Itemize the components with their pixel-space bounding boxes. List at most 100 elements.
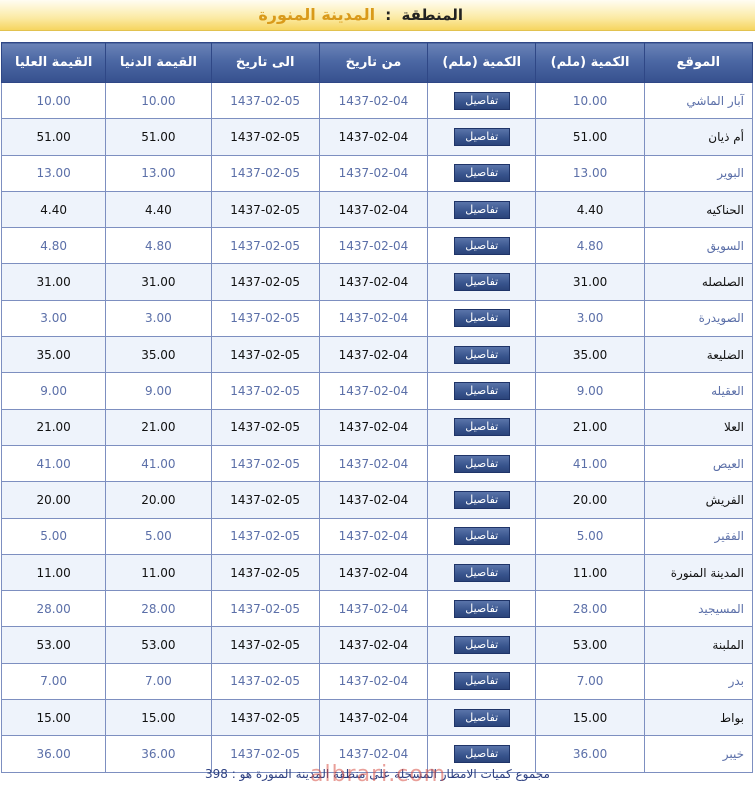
cell-min-value: 9.00 bbox=[105, 372, 212, 410]
details-button[interactable]: تفاصيل bbox=[453, 273, 510, 292]
cell-from-date: 1437-02-04 bbox=[318, 626, 429, 664]
rainfall-total-summary: مجموع كميات الامطار المسجلة على منطقة ال… bbox=[205, 767, 550, 781]
cell-to-date: 1437-02-05 bbox=[210, 299, 320, 338]
details-button[interactable]: تفاصيل bbox=[453, 563, 510, 582]
header-quantity[interactable]: الكمية (ملم) bbox=[535, 42, 645, 83]
cell-min-value: 41.00 bbox=[105, 444, 212, 483]
table-row: الصويدرة 3.00 تفاصيل 1437-02-04 1437-02-05 3.… bbox=[0, 299, 754, 338]
cell-to-date: 1437-02-05 bbox=[210, 444, 320, 483]
cell-min-value: 15.00 bbox=[105, 699, 212, 737]
details-button[interactable]: تفاصيل bbox=[453, 200, 510, 219]
rainfall-table: الموقع الكمية (ملم) الكمية (ملم) من تاري… bbox=[0, 42, 754, 773]
table-row: أم ذيان 51.00 تفاصيل 1437-02-04 1437-02-05 51… bbox=[0, 118, 754, 156]
details-button[interactable]: تفاصيل bbox=[453, 636, 510, 655]
cell-location: المدينة المنورة bbox=[643, 553, 754, 592]
cell-max-value: 41.00 bbox=[0, 444, 107, 483]
table-row: البوير 13.00 تفاصيل 1437-02-04 1437-02-05 13.… bbox=[0, 154, 754, 192]
details-button[interactable]: تفاصيل bbox=[453, 127, 510, 146]
cell-quantity: 3.00 bbox=[535, 299, 645, 338]
cell-quantity: 10.00 bbox=[535, 81, 645, 120]
header-max-value[interactable]: القيمة العليا bbox=[0, 42, 107, 83]
details-button[interactable]: تفاصيل bbox=[453, 744, 510, 763]
details-button[interactable]: تفاصيل bbox=[453, 599, 510, 618]
cell-quantity: 20.00 bbox=[535, 481, 645, 519]
cell-to-date: 1437-02-05 bbox=[210, 553, 320, 592]
cell-details: تفاصيل bbox=[427, 408, 537, 446]
cell-location: العيص bbox=[643, 444, 754, 483]
cell-max-value: 35.00 bbox=[0, 336, 107, 374]
cell-location: العقيله bbox=[643, 372, 754, 410]
cell-location: أم ذيان bbox=[643, 118, 754, 156]
details-button[interactable]: تفاصيل bbox=[453, 382, 510, 401]
cell-to-date: 1437-02-05 bbox=[210, 263, 320, 301]
cell-quantity: 7.00 bbox=[535, 662, 645, 701]
cell-max-value: 4.40 bbox=[0, 190, 107, 229]
details-button[interactable]: تفاصيل bbox=[453, 490, 510, 509]
details-button[interactable]: تفاصيل bbox=[453, 345, 510, 364]
table-row: المدينة المنورة 11.00 تفاصيل 1437-02-04 1437… bbox=[0, 553, 754, 592]
table-row: السويق 4.80 تفاصيل 1437-02-04 1437-02-05 4.80… bbox=[0, 227, 754, 265]
cell-min-value: 10.00 bbox=[105, 81, 212, 120]
region-label: المنطقة bbox=[401, 6, 463, 24]
cell-from-date: 1437-02-04 bbox=[318, 662, 429, 701]
details-button[interactable]: تفاصيل bbox=[453, 454, 510, 473]
cell-from-date: 1437-02-04 bbox=[318, 299, 429, 338]
cell-max-value: 11.00 bbox=[0, 553, 107, 592]
table-row: الفقير 5.00 تفاصيل 1437-02-04 1437-02-05 5.00… bbox=[0, 517, 754, 555]
cell-quantity: 13.00 bbox=[535, 154, 645, 192]
header-details[interactable]: الكمية (ملم) bbox=[427, 42, 537, 83]
cell-quantity: 53.00 bbox=[535, 626, 645, 664]
cell-max-value: 21.00 bbox=[0, 408, 107, 446]
header-from-date[interactable]: من تاريخ bbox=[318, 42, 429, 83]
cell-from-date: 1437-02-04 bbox=[318, 372, 429, 410]
cell-location: المسيجيد bbox=[643, 590, 754, 628]
cell-max-value: 53.00 bbox=[0, 626, 107, 664]
details-button[interactable]: تفاصيل bbox=[453, 309, 510, 328]
cell-to-date: 1437-02-05 bbox=[210, 662, 320, 701]
cell-quantity: 5.00 bbox=[535, 517, 645, 555]
header-to-date[interactable]: الى تاريخ bbox=[210, 42, 320, 83]
table-row: الحناكيه 4.40 تفاصيل 1437-02-04 1437-02-05 4.… bbox=[0, 190, 754, 229]
cell-to-date: 1437-02-05 bbox=[210, 118, 320, 156]
cell-to-date: 1437-02-05 bbox=[210, 590, 320, 628]
cell-from-date: 1437-02-04 bbox=[318, 190, 429, 229]
details-button[interactable]: تفاصيل bbox=[453, 527, 510, 546]
cell-to-date: 1437-02-05 bbox=[210, 372, 320, 410]
cell-quantity: 11.00 bbox=[535, 553, 645, 592]
cell-details: تفاصيل bbox=[427, 154, 537, 192]
cell-location: بدر bbox=[643, 662, 754, 701]
cell-details: تفاصيل bbox=[427, 336, 537, 374]
table-row: الملبنة 53.00 تفاصيل 1437-02-04 1437-02-05 53… bbox=[0, 626, 754, 664]
details-button[interactable]: تفاصيل bbox=[453, 164, 510, 183]
cell-details: تفاصيل bbox=[427, 263, 537, 301]
region-separator: : bbox=[385, 6, 392, 24]
cell-location: الصويدرة bbox=[643, 299, 754, 338]
cell-max-value: 28.00 bbox=[0, 590, 107, 628]
cell-min-value: 3.00 bbox=[105, 299, 212, 338]
cell-from-date: 1437-02-04 bbox=[318, 553, 429, 592]
cell-location: البوير bbox=[643, 154, 754, 192]
details-button[interactable]: تفاصيل bbox=[453, 672, 510, 691]
cell-max-value: 3.00 bbox=[0, 299, 107, 338]
details-button[interactable]: تفاصيل bbox=[453, 236, 510, 255]
details-button[interactable]: تفاصيل bbox=[453, 91, 510, 110]
cell-max-value: 7.00 bbox=[0, 662, 107, 701]
cell-details: تفاصيل bbox=[427, 517, 537, 555]
cell-max-value: 31.00 bbox=[0, 263, 107, 301]
cell-details: تفاصيل bbox=[427, 553, 537, 592]
cell-max-value: 4.80 bbox=[0, 227, 107, 265]
header-location[interactable]: الموقع bbox=[643, 42, 754, 83]
cell-from-date: 1437-02-04 bbox=[318, 81, 429, 120]
cell-from-date: 1437-02-04 bbox=[318, 444, 429, 483]
details-button[interactable]: تفاصيل bbox=[453, 418, 510, 437]
details-button[interactable]: تفاصيل bbox=[453, 708, 510, 727]
cell-quantity: 4.40 bbox=[535, 190, 645, 229]
header-min-value[interactable]: القيمة الدنيا bbox=[105, 42, 212, 83]
cell-to-date: 1437-02-05 bbox=[210, 227, 320, 265]
cell-from-date: 1437-02-04 bbox=[318, 699, 429, 737]
cell-min-value: 35.00 bbox=[105, 336, 212, 374]
cell-details: تفاصيل bbox=[427, 372, 537, 410]
cell-details: تفاصيل bbox=[427, 590, 537, 628]
cell-location: الحناكيه bbox=[643, 190, 754, 229]
table-body: آبار الماشي 10.00 تفاصيل 1437-02-04 1437-02-… bbox=[0, 81, 754, 773]
